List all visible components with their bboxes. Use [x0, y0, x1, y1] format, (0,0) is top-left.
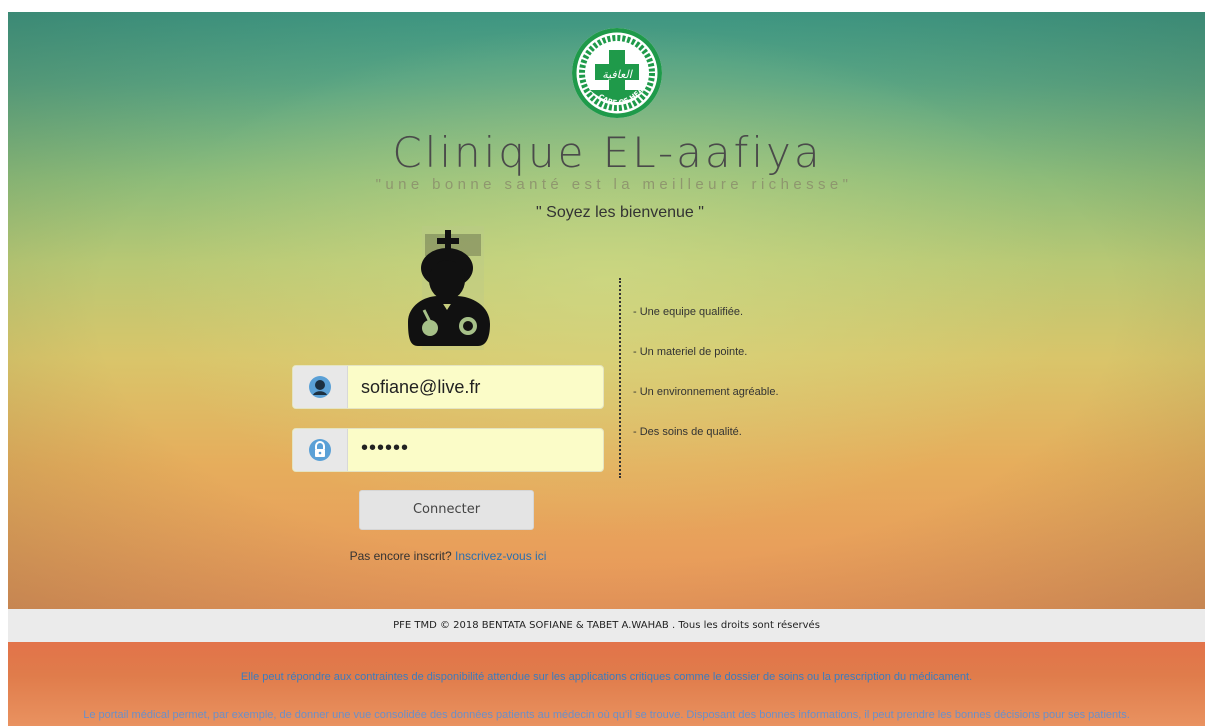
tagline: "une bonne santé est la meilleure riches…	[375, 176, 853, 193]
signup-link[interactable]: Inscrivez-vous ici	[455, 549, 546, 563]
feature-item: - Une equipe qualifiée.	[633, 306, 744, 318]
copyright-bar: PFE TMD © 2018 BENTATA SOFIANE & TABET A…	[8, 609, 1205, 642]
connect-button[interactable]: Connecter	[359, 490, 534, 530]
feature-item: - Un materiel de pointe.	[633, 346, 748, 358]
svg-text:CARE OF HEALTH: CARE OF HEALTH	[572, 28, 646, 107]
signup-prompt: Pas encore inscrit?	[349, 549, 452, 563]
feature-item: - Un environnement agréable.	[633, 386, 779, 398]
info-paragraph-1: Elle peut répondre aux contraintes de di…	[240, 671, 973, 683]
info-paragraph-2: Le portail médical permet, par exemple, …	[83, 709, 1130, 721]
password-field[interactable]: ••••••	[292, 428, 604, 472]
info-section: Elle peut répondre aux contraintes de di…	[8, 642, 1205, 726]
user-icon	[309, 376, 331, 398]
page-title: Clinique EL-aafiya	[392, 128, 823, 177]
feature-item: - Des soins de qualité.	[633, 426, 742, 438]
password-addon	[293, 429, 348, 471]
signup-row: Pas encore inscrit? Inscrivez-vous ici	[0, 549, 896, 563]
lock-icon	[309, 439, 331, 461]
clinic-logo: العافية CARE OF HEALTH	[572, 28, 662, 118]
features-list: - Une equipe qualifiée. - Un materiel de…	[633, 306, 779, 466]
email-field[interactable]: sofiane@live.fr	[292, 365, 604, 409]
welcome-text: " Soyez les bienvenue "	[536, 204, 704, 221]
vertical-divider	[619, 278, 621, 478]
email-addon	[293, 366, 348, 408]
doctor-icon	[394, 226, 512, 350]
email-value[interactable]: sofiane@live.fr	[361, 366, 480, 408]
password-value[interactable]: ••••••	[361, 427, 409, 469]
logo-text: CARE OF HEALTH	[572, 28, 646, 107]
